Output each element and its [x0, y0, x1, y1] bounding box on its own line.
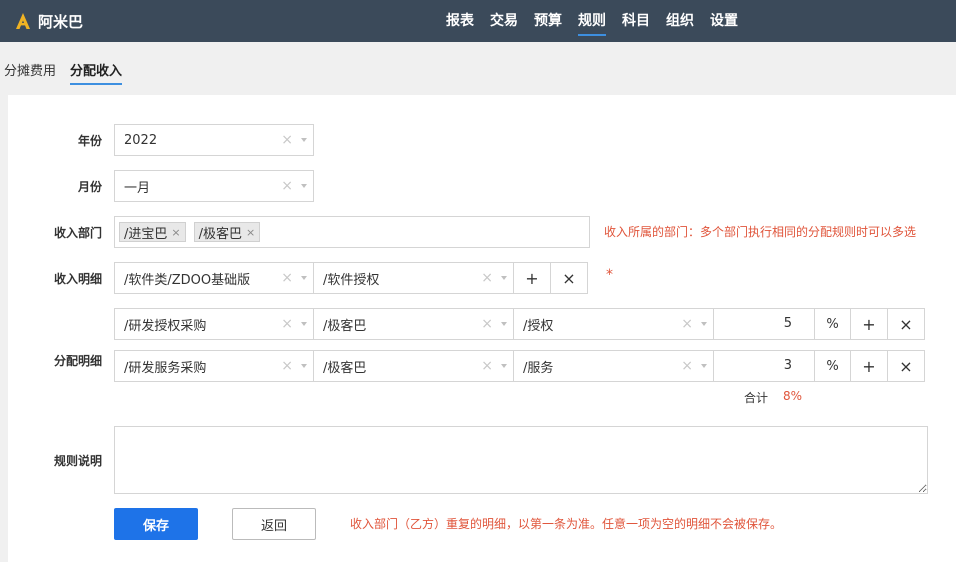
rule-desc-textarea[interactable] — [114, 426, 928, 494]
month-value: 一月 — [124, 180, 151, 196]
app-logo[interactable]: 阿米巴 — [14, 10, 83, 32]
nav-settings[interactable]: 设置 — [702, 0, 746, 42]
total-label: 合计 — [744, 391, 769, 405]
year-select[interactable]: 2022 × — [114, 124, 314, 156]
dept-tag: /进宝巴 × — [119, 222, 186, 242]
allocation-label: 分配明细 — [53, 354, 102, 368]
chevron-down-icon — [301, 276, 307, 280]
detail-subject-value: /软件授权 — [323, 272, 380, 288]
nav-subjects[interactable]: 科目 — [614, 0, 658, 42]
dept-hint: 收入所属的部门：多个部门执行相同的分配规则时可以多选 — [604, 225, 917, 239]
alloc-item-select[interactable]: /服务 × — [513, 350, 714, 382]
chevron-down-icon — [301, 184, 307, 188]
chevron-down-icon — [501, 276, 507, 280]
detail-product-value: /软件类/ZDOO基础版 — [124, 272, 251, 288]
nav-budget[interactable]: 预算 — [526, 0, 570, 42]
income-dept-label: 收入部门 — [53, 226, 102, 240]
clear-icon[interactable]: × — [681, 358, 693, 374]
amiba-logo-icon — [16, 13, 30, 29]
total-value: 8% — [783, 389, 803, 403]
clear-icon[interactable]: × — [281, 132, 293, 148]
nav-transactions[interactable]: 交易 — [482, 0, 526, 42]
app-title: 阿米巴 — [38, 12, 84, 31]
nav-organization[interactable]: 组织 — [658, 0, 702, 42]
remove-alloc-button[interactable]: × — [887, 308, 925, 340]
alloc-subject-select[interactable]: /研发授权采购 × — [114, 308, 314, 340]
percent-unit: % — [814, 308, 851, 340]
alloc-item-select[interactable]: /授权 × — [513, 308, 714, 340]
alloc-dept-select[interactable]: /极客巴 × — [313, 308, 514, 340]
footer-hint: 收入部门（乙方）重复的明细，以第一条为准。任意一项为空的明细不会被保存。 — [350, 517, 783, 531]
save-button[interactable]: 保存 — [114, 508, 198, 540]
alloc-percent-input[interactable]: 5 — [713, 308, 815, 340]
add-detail-button[interactable]: + — [513, 262, 551, 294]
alloc-percent-input[interactable]: 3 — [713, 350, 815, 382]
clear-icon[interactable]: × — [281, 178, 293, 194]
back-button[interactable]: 返回 — [232, 508, 316, 540]
detail-subject-select[interactable]: /软件授权 × — [313, 262, 514, 294]
sub-tabs: 分摊费用 分配收入 — [0, 42, 956, 90]
main-nav: 报表 交易 预算 规则 科目 组织 设置 — [438, 0, 746, 42]
clear-icon[interactable]: × — [481, 270, 493, 286]
nav-rules[interactable]: 规则 — [570, 0, 614, 42]
tab-allocate-income[interactable]: 分配收入 — [70, 60, 123, 85]
tab-allocate-expense[interactable]: 分摊费用 — [4, 60, 56, 83]
add-alloc-button[interactable]: + — [850, 350, 888, 382]
detail-product-select[interactable]: /软件类/ZDOO基础版 × — [114, 262, 314, 294]
form-panel: 年份 2022 × 月份 一月 × 收入部门 /进宝巴 × /极客巴 × 收入所属的… — [8, 95, 956, 562]
clear-icon[interactable]: × — [681, 316, 693, 332]
percent-unit: % — [814, 350, 851, 382]
tag-remove-icon[interactable]: × — [246, 226, 255, 239]
top-navbar: 阿米巴 报表 交易 预算 规则 科目 组织 设置 — [0, 0, 956, 42]
chevron-down-icon — [301, 364, 307, 368]
clear-icon[interactable]: × — [281, 270, 293, 286]
alloc-dept-select[interactable]: /极客巴 × — [313, 350, 514, 382]
chevron-down-icon — [501, 322, 507, 326]
clear-icon[interactable]: × — [481, 316, 493, 332]
month-label: 月份 — [77, 180, 102, 194]
chevron-down-icon — [301, 322, 307, 326]
rule-desc-label: 规则说明 — [53, 454, 102, 468]
dept-tag: /极客巴 × — [193, 222, 261, 242]
year-value: 2022 — [124, 132, 158, 148]
chevron-down-icon — [301, 138, 307, 142]
chevron-down-icon — [701, 322, 707, 326]
nav-reports[interactable]: 报表 — [438, 0, 482, 42]
income-dept-multiselect[interactable]: /进宝巴 × /极客巴 × — [114, 216, 590, 248]
year-label: 年份 — [77, 134, 102, 148]
add-alloc-button[interactable]: + — [850, 308, 888, 340]
month-select[interactable]: 一月 × — [114, 170, 314, 202]
tag-remove-icon[interactable]: × — [171, 226, 180, 239]
alloc-subject-select[interactable]: /研发服务采购 × — [114, 350, 314, 382]
clear-icon[interactable]: × — [281, 316, 293, 332]
remove-alloc-button[interactable]: × — [887, 350, 925, 382]
clear-icon[interactable]: × — [481, 358, 493, 374]
income-detail-label: 收入明细 — [53, 272, 102, 286]
clear-icon[interactable]: × — [281, 358, 293, 374]
chevron-down-icon — [501, 364, 507, 368]
remove-detail-button[interactable]: × — [550, 262, 588, 294]
required-mark: * — [606, 267, 613, 283]
chevron-down-icon — [701, 364, 707, 368]
